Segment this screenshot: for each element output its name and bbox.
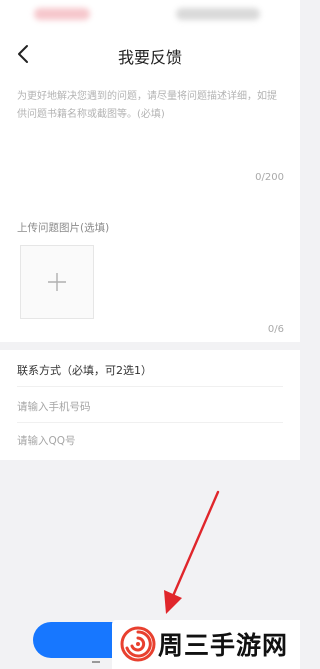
watermark-text: 周三手游网 xyxy=(158,631,289,660)
swirl-logo xyxy=(120,626,156,662)
watermark: 周三手游网 xyxy=(112,620,300,669)
red-arrow-annotation xyxy=(164,490,220,614)
